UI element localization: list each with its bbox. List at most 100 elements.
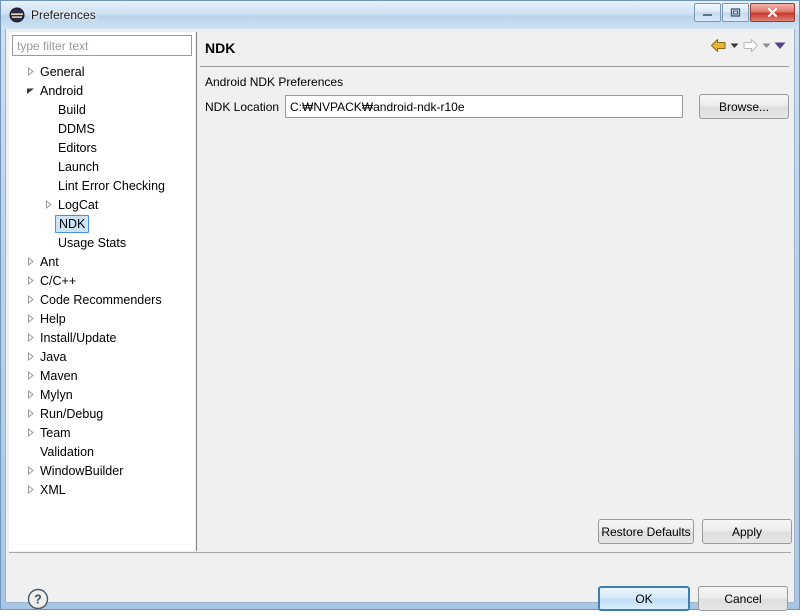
tree-item-build[interactable]: Build (10, 100, 194, 119)
tree-item-label: Usage Stats (58, 235, 127, 250)
tree-item-label: Validation (40, 444, 94, 459)
tree-item-ddms[interactable]: DDMS (10, 119, 194, 138)
tree-no-arrow-spacer (22, 444, 38, 460)
tree-item-general[interactable]: General (10, 62, 194, 81)
preferences-tree-pane: General Android Build DDMS Editors Launch Lint… (9, 32, 195, 551)
tree-item-ant[interactable]: Ant (10, 252, 194, 271)
tree-item-editors[interactable]: Editors (10, 138, 194, 157)
tree-item-android[interactable]: Android (10, 81, 194, 100)
tree-no-arrow-spacer (40, 216, 56, 232)
tree-no-arrow-spacer (40, 235, 56, 251)
tree-item-label: Lint Error Checking (58, 178, 165, 193)
tree-item-java[interactable]: Java (10, 347, 194, 366)
page-title: NDK (205, 40, 236, 56)
tree-item-label: Install/Update (40, 330, 117, 345)
minimize-button[interactable] (694, 3, 721, 22)
tree-no-arrow-spacer (40, 140, 56, 156)
tree-collapsed-arrow-icon[interactable] (22, 349, 38, 365)
tree-item-label: Mylyn (40, 387, 73, 402)
tree-item-mylyn[interactable]: Mylyn (10, 385, 194, 404)
tree-item-usage-stats[interactable]: Usage Stats (10, 233, 194, 252)
tree-item-label: Launch (58, 159, 100, 174)
window-title: Preferences (31, 8, 96, 22)
ok-button[interactable]: OK (598, 586, 690, 611)
restore-defaults-button[interactable]: Restore Defaults (598, 519, 694, 544)
window-controls (693, 3, 795, 22)
tree-item-label: Editors (58, 140, 97, 155)
restore-button[interactable] (722, 3, 749, 22)
tree-collapsed-arrow-icon[interactable] (40, 197, 56, 213)
tree-item-logcat[interactable]: LogCat (10, 195, 194, 214)
tree-collapsed-arrow-icon[interactable] (22, 330, 38, 346)
group-label: Android NDK Preferences (205, 75, 344, 89)
tree-no-arrow-spacer (40, 159, 56, 175)
tree-item-windowbuilder[interactable]: WindowBuilder (10, 461, 194, 480)
page-title-separator (200, 66, 789, 67)
cancel-button[interactable]: Cancel (698, 586, 788, 611)
tree-item-label: Build (58, 102, 86, 117)
forward-history-dropdown-icon (762, 41, 771, 50)
help-icon[interactable]: ? (26, 587, 50, 611)
tree-item-label: XML (40, 482, 66, 497)
tree-item-label: WindowBuilder (40, 463, 124, 478)
tree-expanded-arrow-icon[interactable] (22, 83, 38, 99)
tree-item-run-debug[interactable]: Run/Debug (10, 404, 194, 423)
tree-item-team[interactable]: Team (10, 423, 194, 442)
tree-item-label: Java (40, 349, 67, 364)
back-history-dropdown-icon[interactable] (730, 41, 739, 50)
tree-collapsed-arrow-icon[interactable] (22, 254, 38, 270)
tree-item-ndk[interactable]: NDK (10, 214, 194, 233)
tree-item-label: Code Recommenders (40, 292, 162, 307)
footer-separator (9, 552, 791, 553)
preferences-tree[interactable]: General Android Build DDMS Editors Launch Lint… (10, 62, 194, 548)
tree-item-launch[interactable]: Launch (10, 157, 194, 176)
ndk-preference-page: NDK Android NDK Preferences NDK Location… (197, 32, 792, 551)
page-navigation-bar (710, 38, 786, 53)
tree-item-label: DDMS (58, 121, 95, 136)
tree-item-label: Run/Debug (40, 406, 104, 421)
forward-arrow-icon (742, 38, 759, 53)
tree-item-help[interactable]: Help (10, 309, 194, 328)
tree-item-install-update[interactable]: Install/Update (10, 328, 194, 347)
tree-collapsed-arrow-icon[interactable] (22, 425, 38, 441)
svg-text:?: ? (34, 593, 42, 607)
tree-collapsed-arrow-icon[interactable] (22, 273, 38, 289)
tree-item-code-recommenders[interactable]: Code Recommenders (10, 290, 194, 309)
eclipse-logo-icon (9, 7, 25, 23)
tree-item-label: LogCat (58, 197, 99, 212)
tree-collapsed-arrow-icon[interactable] (22, 463, 38, 479)
view-menu-icon[interactable] (774, 41, 786, 51)
tree-item-c-c[interactable]: C/C++ (10, 271, 194, 290)
close-button[interactable] (750, 3, 795, 22)
tree-item-label: Ant (40, 254, 59, 269)
ndk-location-label: NDK Location (205, 100, 280, 114)
tree-collapsed-arrow-icon[interactable] (22, 64, 38, 80)
tree-item-label: Android (40, 83, 84, 98)
tree-item-label: Help (40, 311, 66, 326)
tree-item-xml[interactable]: XML (10, 480, 194, 499)
filter-input[interactable] (12, 35, 192, 56)
tree-collapsed-arrow-icon[interactable] (22, 482, 38, 498)
title-bar: Preferences (1, 1, 799, 29)
ndk-location-input[interactable] (285, 95, 683, 118)
tree-collapsed-arrow-icon[interactable] (22, 406, 38, 422)
tree-item-label: C/C++ (40, 273, 77, 288)
back-arrow-icon[interactable] (710, 38, 727, 53)
tree-item-maven[interactable]: Maven (10, 366, 194, 385)
tree-no-arrow-spacer (40, 121, 56, 137)
tree-no-arrow-spacer (40, 102, 56, 118)
tree-item-lint-error-checking[interactable]: Lint Error Checking (10, 176, 194, 195)
tree-no-arrow-spacer (40, 178, 56, 194)
tree-item-validation[interactable]: Validation (10, 442, 194, 461)
dialog-client-area: General Android Build DDMS Editors Launch Lint… (5, 29, 795, 611)
tree-collapsed-arrow-icon[interactable] (22, 368, 38, 384)
tree-collapsed-arrow-icon[interactable] (22, 292, 38, 308)
tree-item-label: Maven (40, 368, 78, 383)
tree-item-label: General (40, 64, 85, 79)
preferences-dialog-window: Preferences Gen (0, 0, 800, 611)
browse-button[interactable]: Browse... (699, 94, 789, 119)
tree-item-label: NDK (55, 214, 90, 233)
tree-collapsed-arrow-icon[interactable] (22, 311, 38, 327)
tree-collapsed-arrow-icon[interactable] (22, 387, 38, 403)
apply-button[interactable]: Apply (702, 519, 792, 544)
